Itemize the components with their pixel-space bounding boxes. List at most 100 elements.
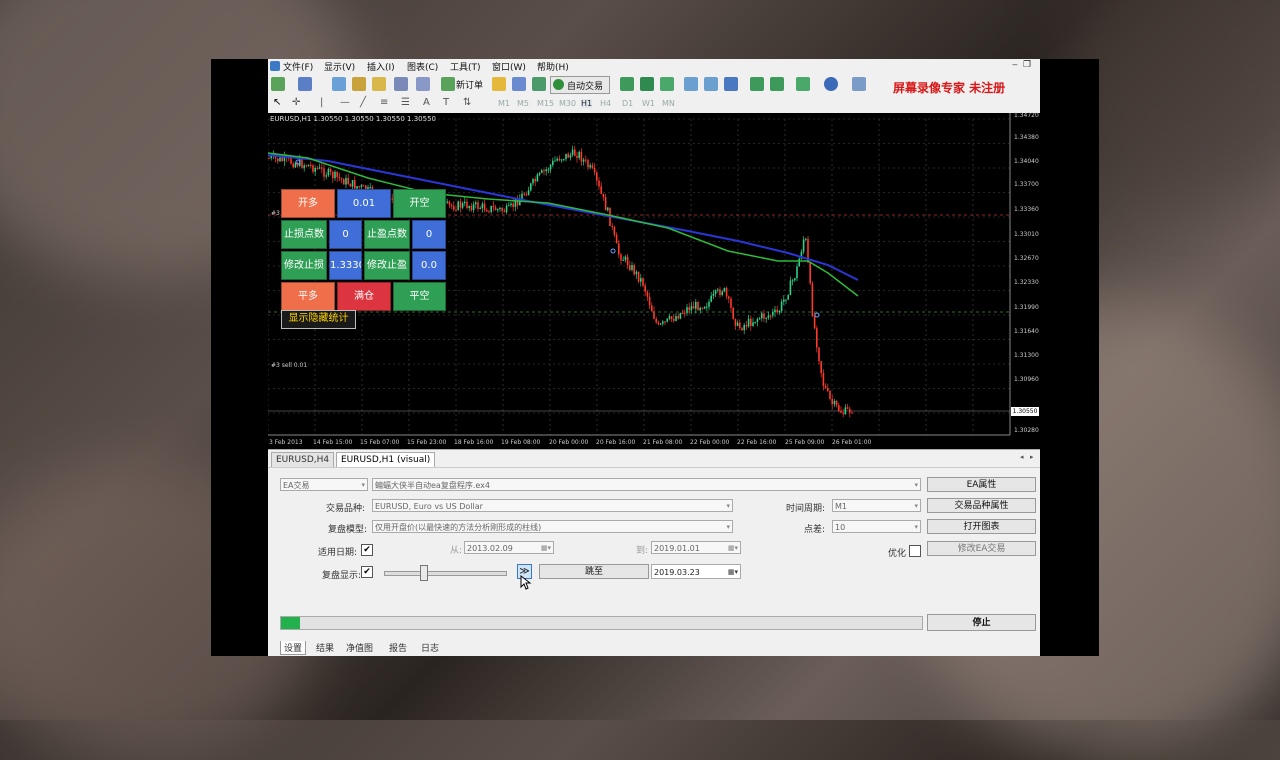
line-chart-icon[interactable] [660,77,674,91]
crosshair-icon[interactable]: ✛ [292,97,300,108]
candle-body [349,184,352,187]
market-watch-icon[interactable] [332,77,346,91]
tf-mn[interactable]: MN [662,99,675,108]
tab-settings[interactable]: 设置 [280,641,307,655]
candle-body [690,306,693,311]
text-label-icon[interactable]: T [443,97,449,108]
modify-stop-loss-input[interactable]: 1.3330 [329,251,362,280]
speed-slider-track[interactable] [384,571,507,576]
tf-m1[interactable]: M1 [498,99,510,108]
toggle-stats-button[interactable]: 显示隐藏统计 [281,310,356,329]
community-icon[interactable] [512,77,526,91]
tab-journal[interactable]: 日志 [421,641,439,654]
stop-loss-points-input[interactable]: 0 [329,220,362,249]
arrows-icon[interactable]: ⇅ [463,97,471,108]
ea-properties-button[interactable]: EA属性 [927,477,1036,492]
take-profit-points-input[interactable]: 0 [412,220,446,249]
meta-editor-icon[interactable] [492,77,506,91]
tab-report[interactable]: 报告 [389,641,407,654]
menu-help[interactable]: 帮助(H) [537,60,569,73]
candle-body [446,201,448,203]
candle-body [321,167,323,169]
tab-equity-chart[interactable]: 净值图 [346,641,373,654]
close-long-button[interactable]: 平多 [281,282,335,311]
modify-ea-button[interactable]: 修改EA交易 [927,541,1036,556]
tf-d1[interactable]: D1 [622,99,633,108]
spread-select[interactable]: 10 ▾ [832,520,921,533]
indicators-icon[interactable] [796,77,810,91]
tab-eurusd-h1-visual[interactable]: EURUSD,H1 (visual) [336,452,436,468]
tile-windows-icon[interactable] [724,77,738,91]
bar-chart-icon[interactable] [620,77,634,91]
tester-icon[interactable] [416,77,430,91]
tf-m15[interactable]: M15 [537,99,554,108]
new-chart-icon[interactable] [271,77,285,91]
model-select[interactable]: 仅用开盘价(以最快速的方法分析刚形成的柱线) ▾ [372,520,733,533]
tf-m30[interactable]: M30 [559,99,576,108]
menu-file[interactable]: 文件(F) [283,60,313,73]
data-window-icon[interactable] [352,77,366,91]
navigator-icon[interactable] [372,77,386,91]
open-short-button[interactable]: 开空 [393,189,446,218]
terminal-icon[interactable] [394,77,408,91]
scroll-left-icon[interactable]: ◂ [1020,453,1024,461]
symbol-properties-button[interactable]: 交易品种属性 [927,498,1036,513]
scroll-right-icon[interactable]: ▸ [1030,453,1034,461]
close-all-button[interactable]: 满仓 [337,282,391,311]
restore-icon[interactable]: ❐ [1023,60,1031,70]
new-order-icon[interactable] [441,77,455,91]
candlestick-icon[interactable] [640,77,654,91]
price-chart[interactable]: EURUSD,H1 1.30550 1.30550 1.30550 1.3055… [268,112,1040,449]
menu-window[interactable]: 窗口(W) [492,60,526,73]
trendline-icon[interactable]: ╱ [360,97,366,108]
autoscroll-icon[interactable] [770,77,784,91]
globe-icon[interactable] [532,77,546,91]
horizontal-line-icon[interactable]: — [340,97,350,108]
tester-type-select[interactable]: EA交易 ▾ [280,478,368,491]
zoom-out-icon[interactable] [704,77,718,91]
tf-m5[interactable]: M5 [517,99,529,108]
text-tool-icon[interactable]: A [423,97,430,108]
period-select[interactable]: M1 ▾ [832,499,921,512]
equidistant-channel-icon[interactable]: ≡ [380,97,388,108]
chart-shift-icon[interactable] [750,77,764,91]
from-date-input[interactable]: 2013.02.09 ▦▾ [464,541,554,554]
zoom-in-icon[interactable] [684,77,698,91]
speed-slider-thumb[interactable] [420,565,428,581]
templates-icon[interactable] [852,77,866,91]
tf-h1[interactable]: H1 [581,99,593,108]
tab-results[interactable]: 结果 [316,641,334,654]
optimize-checkbox[interactable] [909,545,921,557]
modify-take-profit-input[interactable]: 0.0 [412,251,446,280]
fibonacci-icon[interactable]: ☰ [401,97,410,108]
menu-charts[interactable]: 图表(C) [407,60,438,73]
tf-h4[interactable]: H4 [600,99,611,108]
candle-body [653,311,655,319]
stop-button[interactable]: 停止 [927,614,1036,631]
tf-w1[interactable]: W1 [642,99,655,108]
to-date-input[interactable]: 2019.01.01 ▦▾ [651,541,741,554]
close-short-button[interactable]: 平空 [393,282,446,311]
jump-date-input[interactable]: 2019.03.23 ▦▾ [651,564,741,579]
menu-tools[interactable]: 工具(T) [450,60,481,73]
auto-trading-button[interactable]: 自动交易 [550,76,610,94]
periods-icon[interactable] [824,77,838,91]
ea-file-select[interactable]: 蝙蝠大侠半自动ea复盘程序.ex4 ▾ [372,478,921,491]
visual-mode-checkbox[interactable]: ✔ [361,566,373,578]
menu-insert[interactable]: 插入(I) [367,60,395,73]
lot-size-input[interactable]: 0.01 [337,189,391,218]
open-long-button[interactable]: 开多 [281,189,335,218]
symbol-select[interactable]: EURUSD, Euro vs US Dollar ▾ [372,499,733,512]
test-progress-fill [281,617,301,629]
vertical-line-icon[interactable]: | [320,97,323,108]
tab-eurusd-h4[interactable]: EURUSD,H4 [271,452,335,468]
new-order-button[interactable]: 新订单 [456,78,483,91]
menu-view[interactable]: 显示(V) [324,60,355,73]
minimize-icon[interactable]: ‒ [1012,60,1018,70]
cursor-tool-icon[interactable]: ↖ [273,97,281,108]
profiles-icon[interactable] [298,77,312,91]
candle-body [794,278,796,281]
use-date-checkbox[interactable]: ✔ [361,544,373,556]
open-chart-button[interactable]: 打开图表 [927,519,1036,534]
jump-to-button[interactable]: 跳至 [539,564,649,579]
